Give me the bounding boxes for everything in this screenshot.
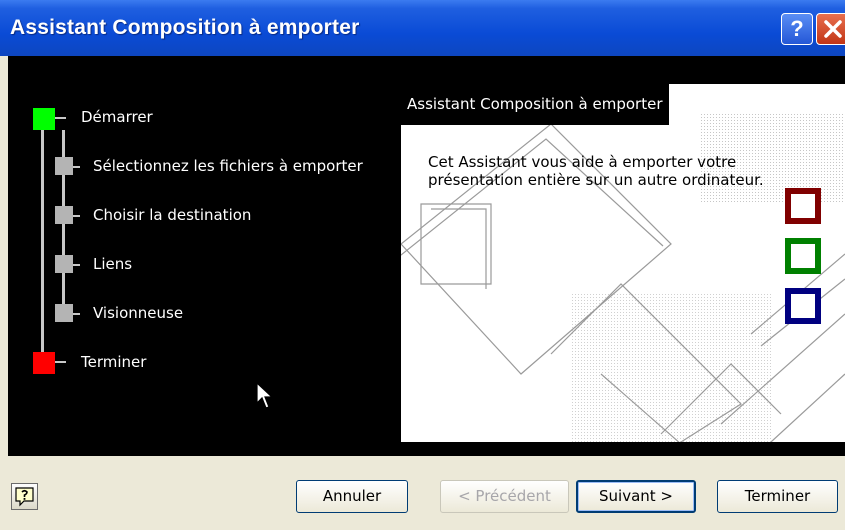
connector: [72, 313, 80, 315]
step-label-visionneuse[interactable]: Visionneuse: [93, 304, 183, 322]
step-label-destination[interactable]: Choisir la destination: [93, 206, 251, 224]
next-button[interactable]: Suivant >: [576, 480, 696, 513]
connector: [72, 166, 80, 168]
connector: [72, 264, 80, 266]
step-tree-line: [41, 117, 44, 362]
content-panel: [401, 84, 845, 442]
top-black-strip: [401, 56, 845, 84]
step-label-terminer[interactable]: Terminer: [81, 353, 146, 371]
step-indicator: [55, 255, 73, 273]
connector: [72, 215, 80, 217]
step-indicator: [55, 304, 73, 322]
help-balloon-icon: [15, 487, 34, 507]
decor-square-blue: [785, 288, 821, 324]
finish-button[interactable]: Terminer: [717, 480, 838, 513]
step-indicator: [55, 206, 73, 224]
mouse-pointer-icon: [256, 382, 274, 409]
step-label-fichiers[interactable]: Sélectionnez les fichiers à emporter: [93, 157, 363, 175]
step-indicator: [55, 157, 73, 175]
step-indicator-start: [33, 108, 55, 130]
previous-button[interactable]: < Précédent: [440, 480, 569, 513]
decor-square-red: [785, 188, 821, 224]
wizard-description: Cet Assistant vous aide à emporter votre…: [428, 153, 764, 189]
cancel-button[interactable]: Annuler: [296, 480, 408, 513]
close-button[interactable]: [816, 13, 845, 45]
close-icon: [824, 20, 842, 38]
step-label-demarrer[interactable]: Démarrer: [81, 108, 153, 126]
title-help-button[interactable]: ?: [781, 13, 813, 45]
window-title: Assistant Composition à emporter: [10, 16, 360, 39]
bottom-black-strip: [8, 442, 845, 456]
step-indicator-end: [33, 352, 55, 374]
step-label-liens[interactable]: Liens: [93, 255, 132, 273]
help-icon: ?: [790, 16, 804, 41]
decor-square-green: [785, 238, 821, 274]
background-artwork: [401, 114, 845, 442]
wizard-help-button[interactable]: [11, 483, 38, 510]
content-title: Assistant Composition à emporter: [401, 84, 669, 125]
title-bar: Assistant Composition à emporter ?: [0, 0, 845, 56]
